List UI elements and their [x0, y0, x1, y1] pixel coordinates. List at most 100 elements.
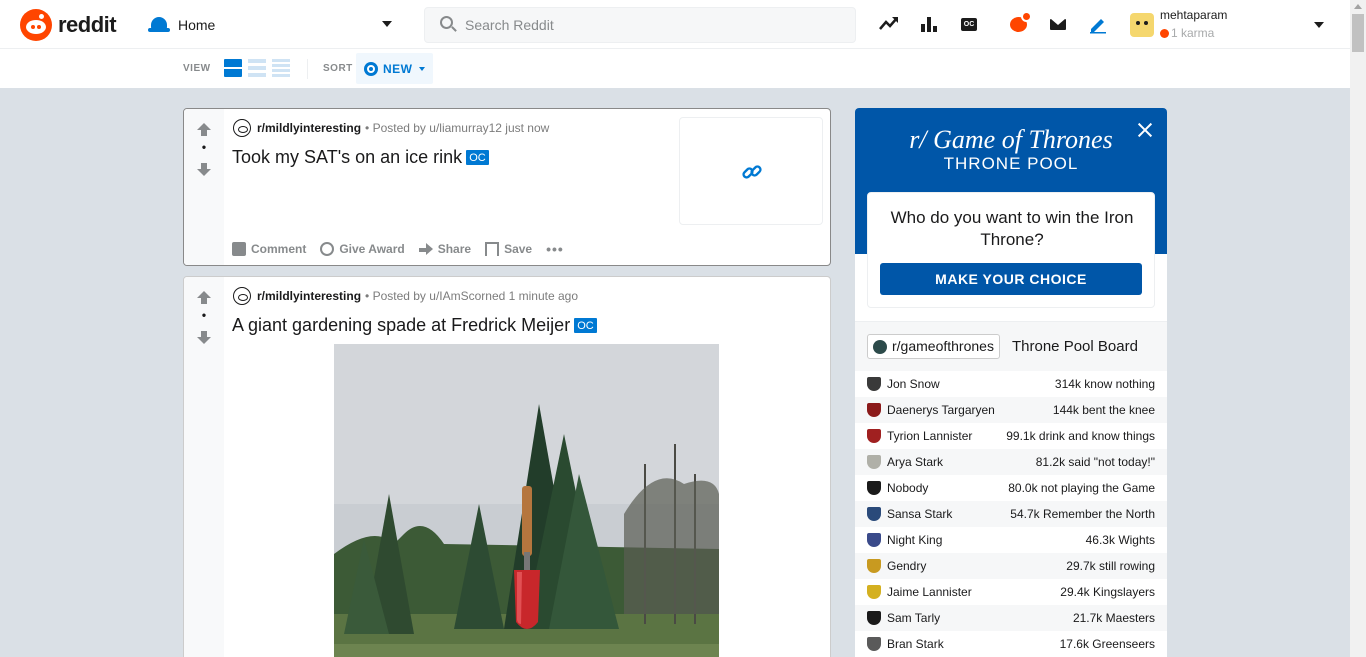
subreddit-link[interactable]: r/mildlyinteresting [257, 121, 361, 135]
character-name: Tyrion Lannister [887, 429, 973, 443]
scroll-up-arrow-icon[interactable] [1354, 4, 1362, 9]
view-sort-bar: VIEW SORT NEW [0, 49, 1350, 88]
oc-flair: OC [466, 150, 489, 165]
post-image[interactable] [334, 344, 719, 657]
username: mehtaparam [1160, 8, 1228, 22]
character-name: Daenerys Targaryen [887, 403, 995, 417]
vote-count: • [201, 308, 207, 322]
reddit-snoo-icon [20, 9, 52, 41]
oc-flair: OC [574, 318, 597, 333]
divider [307, 59, 308, 79]
chat-icon[interactable] [1008, 11, 1032, 34]
board-row: Jaime Lannister 29.4k Kingslayers [855, 579, 1167, 605]
character-votes: 17.6k Greenseers [1059, 637, 1155, 651]
house-sigil-icon [867, 481, 881, 495]
vote-column: • [184, 109, 224, 265]
question-text: Who do you want to win the Iron Throne? [890, 208, 1134, 249]
comment-label: Comment [251, 242, 307, 256]
compact-view-icon[interactable] [272, 59, 290, 77]
scroll-thumb[interactable] [1352, 14, 1364, 52]
character-name: Night King [887, 533, 943, 547]
oc-icon[interactable]: OC [959, 14, 979, 34]
subreddit-icon [233, 287, 251, 305]
reddit-logo[interactable]: reddit [20, 9, 117, 41]
search-bar [424, 7, 856, 43]
character-name: Gendry [887, 559, 927, 573]
upvote-icon[interactable] [197, 123, 211, 137]
subreddit-link[interactable]: r/mildlyinteresting [257, 289, 361, 303]
link-icon [741, 161, 763, 183]
board-row: Arya Stark 81.2k said "not today!" [855, 449, 1167, 475]
post-title[interactable]: A giant gardening spade at Fredrick Meij… [232, 315, 597, 336]
trending-icon[interactable] [879, 14, 899, 34]
character-name: Nobody [887, 481, 929, 495]
sort-dropdown[interactable]: NEW [356, 53, 433, 84]
board-row: Tyrion Lannister 99.1k drink and know thi… [855, 423, 1167, 449]
board-title: Throne Pool Board [1012, 338, 1138, 355]
widget-title: r/ Game of Thrones [909, 125, 1113, 154]
subreddit-icon [233, 119, 251, 137]
make-your-choice-button[interactable]: MAKE YOUR CHOICE [880, 263, 1142, 295]
board-row: Daenerys Targaryen 144k bent the knee [855, 397, 1167, 423]
create-post-icon[interactable] [1088, 14, 1108, 34]
board-list: Jon Snow 314k know nothing Daenerys Targar… [855, 371, 1167, 657]
classic-view-icon[interactable] [248, 59, 266, 77]
character-votes: 54.7k Remember the North [1010, 507, 1155, 521]
link-thumbnail[interactable] [679, 117, 823, 225]
character-votes: 314k know nothing [1054, 377, 1155, 391]
give-award-button[interactable]: Give Award [320, 242, 405, 256]
post-meta: r/mildlyinteresting • Posted by u/liamur… [233, 118, 549, 138]
house-sigil-icon [867, 455, 881, 469]
more-options-icon[interactable]: ••• [546, 241, 564, 257]
leaderboard-icon[interactable] [919, 14, 939, 34]
house-sigil-icon [867, 533, 881, 547]
board-row: Sam Tarly 21.7k Maesters [855, 605, 1167, 631]
character-votes: 29.4k Kingslayers [1060, 585, 1155, 599]
board-row: Sansa Stark 54.7k Remember the North [855, 501, 1167, 527]
search-input[interactable] [465, 8, 845, 42]
house-sigil-icon [867, 507, 881, 521]
post-card[interactable]: • r/mildlyinteresting • Posted by u/liam… [183, 108, 831, 266]
post-title-text: A giant gardening spade at Fredrick Meij… [232, 315, 571, 335]
character-votes: 144k bent the knee [1052, 403, 1155, 417]
subreddit-pill[interactable]: r/gameofthrones [867, 334, 1000, 359]
home-icon [148, 14, 170, 36]
share-label: Share [437, 242, 472, 256]
house-sigil-icon [867, 611, 881, 625]
save-label: Save [504, 242, 533, 256]
posted-by: • Posted by u/IAmScorned 1 minute ago [365, 289, 579, 303]
post-card[interactable]: • r/mildlyinteresting • Posted by u/IAmS… [183, 276, 831, 657]
share-button[interactable]: Share [418, 242, 472, 256]
upvote-icon[interactable] [197, 291, 211, 305]
house-sigil-icon [867, 559, 881, 573]
home-dropdown[interactable]: Home [148, 10, 398, 40]
scrollbar[interactable] [1350, 0, 1366, 657]
sort-label: SORT [323, 63, 353, 74]
chevron-down-icon [382, 21, 392, 27]
card-view-icon[interactable] [224, 59, 242, 77]
house-sigil-icon [867, 403, 881, 417]
character-votes: 46.3k Wights [1085, 533, 1155, 547]
karma-icon [1160, 29, 1169, 38]
character-votes: 81.2k said "not today!" [1035, 455, 1155, 469]
board-row: Night King 46.3k Wights [855, 527, 1167, 553]
downvote-icon[interactable] [197, 331, 211, 345]
chevron-down-icon [418, 66, 425, 71]
house-sigil-icon [867, 637, 881, 651]
user-menu[interactable]: mehtaparam 1 karma [1130, 7, 1330, 43]
award-label: Give Award [339, 242, 405, 256]
comment-button[interactable]: Comment [232, 242, 306, 256]
downvote-icon[interactable] [197, 163, 211, 177]
widget-subtitle: THRONE POOL [943, 154, 1079, 173]
subreddit-pill-label: r/gameofthrones [892, 338, 994, 354]
throne-pool-widget: r/ Game of Thrones THRONE POOL Who do yo… [855, 108, 1167, 657]
house-sigil-icon [867, 377, 881, 391]
save-button[interactable]: Save [485, 242, 532, 256]
chevron-down-icon [1314, 22, 1324, 28]
mail-icon[interactable] [1048, 14, 1068, 34]
post-title-text: Took my SAT's on an ice rink [232, 147, 463, 167]
post-title[interactable]: Took my SAT's on an ice rink OC [232, 147, 489, 168]
top-header: reddit Home OC mehtaparam 1 karma [0, 0, 1350, 49]
close-icon[interactable] [1135, 120, 1155, 140]
avatar [1130, 13, 1154, 37]
